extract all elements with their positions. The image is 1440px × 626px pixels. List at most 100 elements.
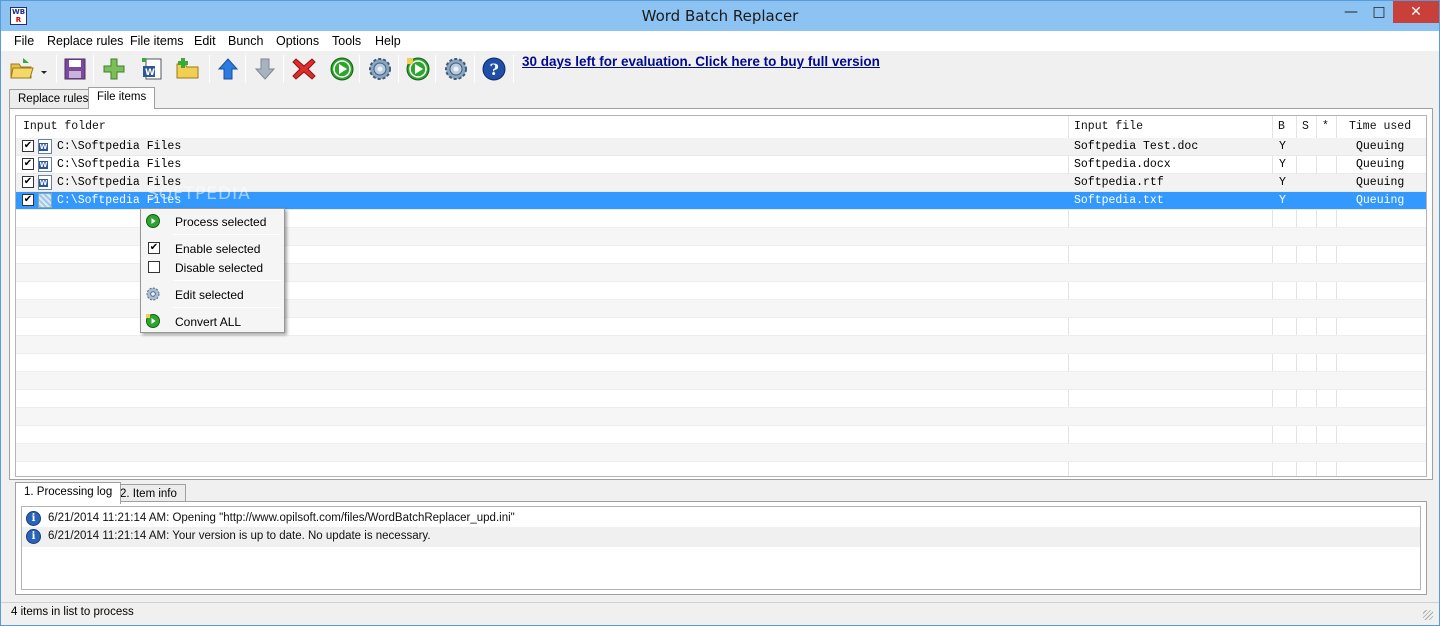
empty-row [16,444,1426,462]
menu-convert-all[interactable]: Convert ALL [141,311,284,331]
empty-row [16,426,1426,444]
app-window: WB R Word Batch Replacer — □ ✕ File Repla… [0,0,1440,626]
menu-bunch[interactable]: Bunch [228,34,263,48]
dropdown-arrow-icon[interactable] [37,56,51,82]
toolbar-separator [245,55,246,83]
empty-row [16,354,1426,372]
delete-icon[interactable] [291,56,317,82]
menu-item-label: Process selected [175,215,267,229]
gear-icon [146,287,160,301]
svg-text:?: ? [490,60,499,79]
menu-separator [173,280,281,281]
info-icon: i [26,511,41,526]
maximize-button[interactable]: □ [1365,1,1393,23]
toolbar-separator [513,55,514,83]
cell-folder: C:\Softpedia Files [57,140,182,153]
status-text: 4 items in list to process [11,606,134,618]
convert-all-icon [146,314,160,328]
row-checkbox[interactable]: ✔ [22,176,34,188]
menu-bar: File Replace rules File items Edit Bunch… [1,31,1439,51]
options-gear-icon[interactable] [443,56,469,82]
tab-processing-log[interactable]: 1. Processing log [15,482,122,504]
menu-file[interactable]: File [14,34,34,48]
add-folder-icon[interactable] [175,56,201,82]
empty-row [16,462,1426,476]
move-up-icon[interactable] [215,56,241,82]
word-doc-icon [38,157,52,172]
col-s[interactable]: S [1302,120,1309,133]
col-input-folder[interactable]: Input folder [23,120,106,133]
empty-row [16,408,1426,426]
log-text: 6/21/2014 11:21:14 AM: Your version is u… [48,530,431,542]
cell-time: Queuing [1356,140,1405,153]
cell-file: Softpedia.docx [1074,158,1171,171]
table-row[interactable]: ✔ C:\Softpedia Files Softpedia Test.doc … [16,138,1426,156]
status-bar: 4 items in list to process [1,602,1439,624]
menu-tools[interactable]: Tools [332,34,361,48]
cell-b: Y [1279,194,1286,207]
row-checkbox[interactable]: ✔ [22,158,34,170]
menu-options[interactable]: Options [276,34,319,48]
col-star[interactable]: * [1322,120,1329,133]
log-entry: i 6/21/2014 11:21:14 AM: Opening "http:/… [22,509,1420,529]
toolbar-separator [398,55,399,83]
toolbar-separator [283,55,284,83]
log-text: 6/21/2014 11:21:14 AM: Opening "http://w… [48,512,515,524]
word-doc-icon [38,175,52,190]
tab-replace-rules[interactable]: Replace rules [9,89,98,109]
add-icon[interactable] [101,56,127,82]
convert-all-icon[interactable] [405,56,431,82]
open-folder-icon[interactable] [9,56,35,82]
settings-icon[interactable] [367,56,393,82]
cell-time: Queuing [1356,176,1405,189]
col-input-file[interactable]: Input file [1074,120,1143,133]
buy-full-version-link[interactable]: 30 days left for evaluation. Click here … [522,54,880,69]
empty-row [16,372,1426,390]
menu-disable-selected[interactable]: Disable selected [141,257,284,277]
menu-edit-selected[interactable]: Edit selected [141,284,284,304]
cell-b: Y [1279,176,1286,189]
menu-process-selected[interactable]: Process selected [141,211,284,231]
processing-log-list[interactable]: i 6/21/2014 11:21:14 AM: Opening "http:/… [21,506,1421,590]
save-icon[interactable] [62,56,88,82]
log-entry: i 6/21/2014 11:21:14 AM: Your version is… [22,527,1420,547]
menu-enable-selected[interactable]: ✔ Enable selected [141,238,284,258]
menu-item-label: Convert ALL [175,315,242,329]
col-time-used[interactable]: Time used [1349,120,1411,133]
move-down-icon[interactable] [252,56,278,82]
info-icon: i [26,529,41,544]
add-word-file-icon[interactable]: W [139,56,165,82]
row-checkbox[interactable]: ✔ [22,140,34,152]
toolbar-separator [93,55,94,83]
empty-row [16,390,1426,408]
toolbar-separator [435,55,436,83]
tab-file-items[interactable]: File items [88,87,156,109]
word-doc-icon [38,139,52,154]
table-row[interactable]: ✔ C:\Softpedia Files Softpedia.docx Y Qu… [16,156,1426,174]
menu-replace-rules[interactable]: Replace rules [47,34,123,48]
help-icon[interactable]: ? [481,56,507,82]
row-checkbox[interactable]: ✔ [22,194,34,206]
toolbar-separator [209,55,210,83]
empty-row [16,336,1426,354]
minimize-button[interactable]: — [1337,1,1365,23]
menu-separator [173,307,281,308]
menu-file-items[interactable]: File items [130,34,183,48]
cell-time: Queuing [1356,158,1405,171]
col-b[interactable]: B [1278,120,1285,133]
process-icon[interactable] [329,56,355,82]
toolbar-separator [359,55,360,83]
resize-grip-icon[interactable] [1423,610,1433,620]
cell-b: Y [1279,158,1286,171]
context-menu: Process selected ✔ Enable selected Disab… [140,208,285,333]
window-title: Word Batch Replacer [641,7,799,25]
menu-item-label: Disable selected [175,261,264,275]
cell-file: Softpedia Test.doc [1074,140,1199,153]
menu-edit[interactable]: Edit [194,34,216,48]
close-button[interactable]: ✕ [1393,1,1439,23]
checkbox-empty-icon [148,261,160,273]
menu-item-label: Enable selected [175,242,261,256]
grid-header: Input folder Input file B S * Time used [16,116,1426,138]
processing-log-panel: i 6/21/2014 11:21:14 AM: Opening "http:/… [15,501,1427,595]
menu-help[interactable]: Help [375,34,401,48]
